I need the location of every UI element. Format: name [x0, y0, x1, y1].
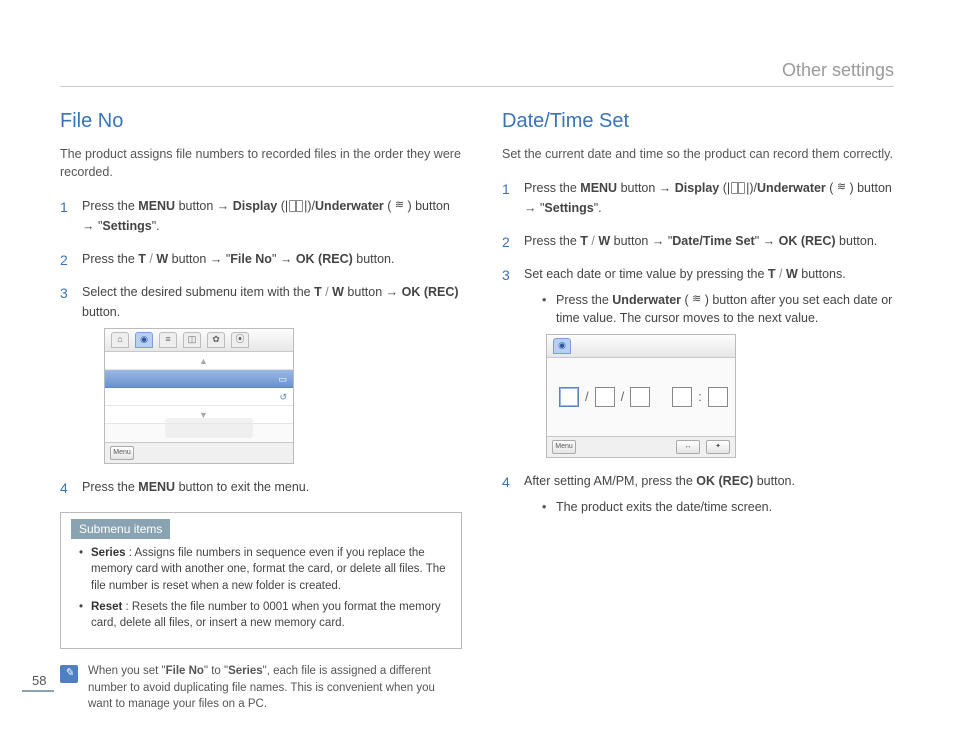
tab-icon: ⦿ [231, 332, 249, 348]
ok-icon: ✦ [706, 440, 730, 454]
submenu-item-reset: Reset : Resets the file number to 0001 w… [79, 599, 449, 632]
step-2: Press the T / W button → "Date/Time Set"… [502, 232, 904, 251]
display-icon [731, 182, 745, 194]
intro-file-no: The product assigns file numbers to reco… [60, 145, 462, 181]
column-date-time: Date/Time Set Set the current date and t… [502, 60, 904, 713]
title-file-no: File No [60, 110, 462, 133]
move-icon: ↔ [676, 440, 700, 454]
submenu-title: Submenu items [71, 519, 170, 539]
time-field [708, 387, 728, 407]
tab-icon: ≡ [159, 332, 177, 348]
tab-icon: ◉ [135, 332, 153, 348]
step-1: Press the MENU button → Display (||)/Und… [60, 197, 462, 236]
reset-icon: ↺ [279, 391, 287, 405]
step-4: After setting AM/PM, press the OK (REC) … [502, 472, 904, 516]
date-field [559, 387, 579, 407]
page-header: Other settings [782, 60, 894, 81]
step-3: Select the desired submenu item with the… [60, 283, 462, 464]
underwater-icon: ≋ [392, 200, 406, 212]
step-4: Press the MENU button to exit the menu. [60, 478, 462, 497]
step-1: Press the MENU button → Display (||)/Und… [502, 179, 904, 218]
step-2: Press the T / W button → "File No" → OK … [60, 250, 462, 269]
step-3: Set each date or time value by pressing … [502, 265, 904, 458]
submenu-item-series: Series : Assigns file numbers in sequenc… [79, 545, 449, 595]
page-number: 58 [32, 673, 46, 688]
step-3-bullet: Press the Underwater (≋) button after yo… [542, 291, 904, 329]
column-file-no: File No The product assigns file numbers… [60, 60, 462, 713]
underwater-icon: ≋ [690, 293, 704, 305]
tab-icon: ◫ [183, 332, 201, 348]
check-icon: ▭ [278, 373, 287, 387]
tab-icon: ◉ [553, 338, 571, 354]
tab-icon: ⌂ [111, 332, 129, 348]
lcd-screenshot-date-time: ◉ / / : Menu [546, 334, 736, 458]
tip-note: ✎ When you set "File No" to "Series", ea… [60, 663, 462, 713]
display-icon [289, 200, 303, 212]
intro-date-time: Set the current date and time so the pro… [502, 145, 904, 163]
lcd-screenshot-file-no: ⌂ ◉ ≡ ◫ ✿ ⦿ ▲ ▭ ↺ ▼ Menu [104, 328, 294, 464]
tab-icon: ✿ [207, 332, 225, 348]
step-4-bullet: The product exits the date/time screen. [542, 498, 904, 517]
note-icon: ✎ [60, 665, 78, 683]
menu-button-icon: Menu [110, 446, 134, 460]
menu-button-icon: Menu [552, 440, 576, 454]
time-field [672, 387, 692, 407]
page-rule [22, 690, 54, 692]
underwater-icon: ≋ [834, 182, 848, 194]
header-rule [60, 86, 894, 87]
date-field [595, 387, 615, 407]
submenu-items-box: Submenu items Series : Assigns file numb… [60, 512, 462, 649]
title-date-time: Date/Time Set [502, 110, 904, 133]
date-field [630, 387, 650, 407]
